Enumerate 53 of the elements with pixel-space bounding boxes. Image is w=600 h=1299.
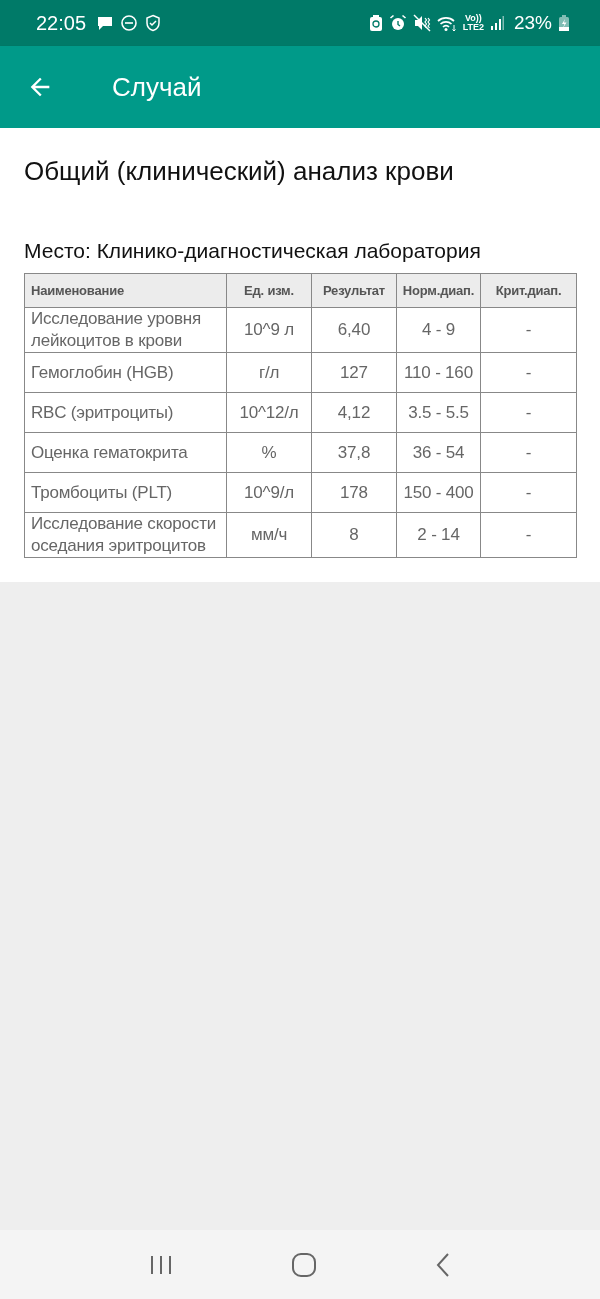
back-icon[interactable]	[435, 1251, 451, 1278]
battery-percent: 23%	[513, 12, 552, 34]
table-cell: -	[480, 512, 577, 558]
table-cell: Оценка гематокрита	[24, 432, 227, 473]
table-cell: 2 - 14	[396, 512, 481, 558]
table-cell: 3.5 - 5.5	[396, 392, 481, 433]
recent-apps-icon[interactable]	[149, 1253, 173, 1276]
analysis-heading: Общий (клинический) анализ крови	[24, 156, 455, 187]
place-label: Место: Клинико-диагностическая лаборатория	[24, 239, 482, 263]
table-cell: Гемоглобин (HGB)	[24, 352, 227, 393]
do-not-disturb-icon	[120, 14, 139, 32]
chat-bubble-icon	[96, 14, 115, 32]
column-header: Наименование	[24, 273, 227, 308]
table-cell: 10^9/л	[226, 472, 312, 513]
signal-icon	[489, 14, 504, 32]
table-cell: Исследование уровня лейкоцитов в крови	[24, 307, 227, 353]
column-header: Крит.диап.	[480, 273, 577, 308]
table-cell: 4 - 9	[396, 307, 481, 353]
table-cell: 37,8	[311, 432, 397, 473]
table-cell: -	[480, 472, 577, 513]
screen-title: Случай	[112, 71, 202, 103]
table-cell: RBC (эритроциты)	[24, 392, 227, 433]
table-cell: мм/ч	[226, 512, 312, 558]
table-cell: 127	[311, 352, 397, 393]
column-header: Ед. изм.	[226, 273, 312, 308]
table-cell: 150 - 400	[396, 472, 481, 513]
network-type-label: Vo)) LTE2	[462, 14, 484, 32]
battery-charging-icon	[558, 14, 570, 32]
table-cell: -	[480, 392, 577, 433]
table-cell: г/л	[226, 352, 312, 393]
clock: 22:05	[36, 11, 87, 35]
wifi-icon	[436, 14, 457, 32]
table-cell: -	[480, 432, 577, 473]
home-icon[interactable]	[291, 1251, 317, 1278]
table-cell: -	[480, 307, 577, 353]
table-cell: 178	[311, 472, 397, 513]
column-header: Норм.диап.	[396, 273, 481, 308]
battery-saver-icon	[368, 14, 383, 32]
table-cell: 10^12/л	[226, 392, 312, 433]
table-cell: 8	[311, 512, 397, 558]
table-cell: 6,40	[311, 307, 397, 353]
table-cell: 10^9 л	[226, 307, 312, 353]
table-cell: -	[480, 352, 577, 393]
table-cell: 4,12	[311, 392, 397, 433]
table-cell: 36 - 54	[396, 432, 481, 473]
column-header: Результат	[311, 273, 397, 308]
alarm-clock-icon	[388, 14, 407, 32]
table-cell: Исследование скорости оседания эритроцитов	[24, 512, 227, 558]
table-cell: 110 - 160	[396, 352, 481, 393]
table-cell: %	[226, 432, 312, 473]
shield-check-icon	[144, 14, 163, 32]
table-cell: Тромбоциты (PLT)	[24, 472, 227, 513]
vibrate-mute-icon	[412, 14, 431, 32]
